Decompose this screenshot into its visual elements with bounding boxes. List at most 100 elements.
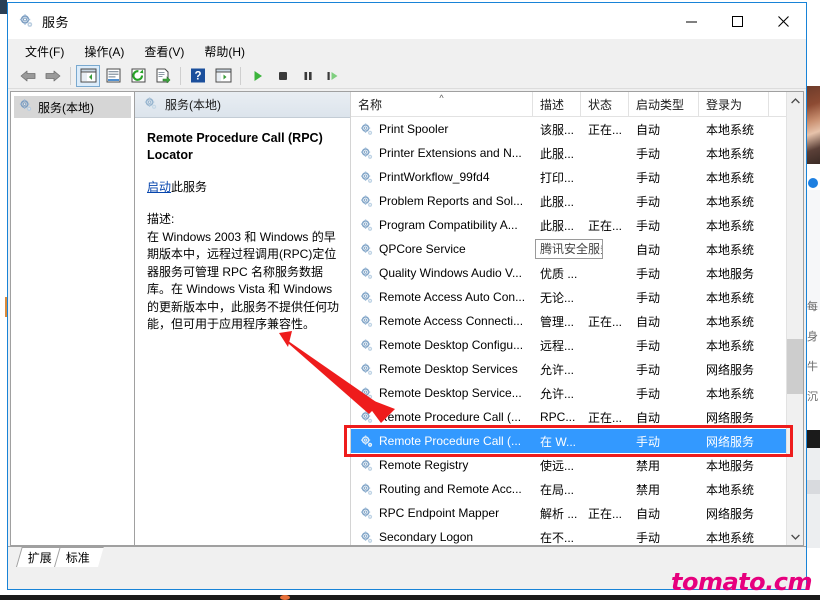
table-row[interactable]: Quality Windows Audio V... 优质 ... 手动 本地服务	[351, 261, 786, 285]
background-photo	[806, 86, 820, 164]
view-tabs: 扩展 标准	[8, 546, 806, 567]
cell-logon-as: 本地系统	[699, 217, 769, 234]
cell-logon-as-label: 本地系统	[706, 218, 755, 233]
menu-item-file[interactable]: 文件(F)	[16, 40, 73, 63]
cell-logon-as: 本地系统	[699, 337, 769, 354]
table-row[interactable]: Remote Access Connecti... 管理... 正在... 自动 本地系…	[351, 309, 786, 333]
table-row[interactable]: PrintWorkflow_99fd4 打印... 手动 本地系统	[351, 165, 786, 189]
maximize-button[interactable]	[714, 3, 760, 39]
pause-service-icon[interactable]	[296, 65, 320, 87]
restart-service-icon[interactable]	[321, 65, 345, 87]
cell-status: 正在...	[581, 409, 629, 426]
table-row[interactable]: Routing and Remote Acc... 在局... 禁用 本地系统	[351, 477, 786, 501]
column-header-startup-type[interactable]: 启动类型	[629, 92, 699, 116]
column-header-description[interactable]: 描述	[533, 92, 581, 116]
forward-icon[interactable]	[41, 65, 65, 87]
export-list-icon[interactable]	[151, 65, 175, 87]
desktop-left-tick	[0, 0, 7, 14]
cell-service-name-label: Remote Access Auto Con...	[379, 290, 526, 304]
service-name-heading: Remote Procedure Call (RPC) Locator	[147, 131, 323, 162]
scroll-up-button[interactable]	[787, 92, 803, 109]
table-row[interactable]: Remote Access Auto Con... 无论... 手动 本地系统	[351, 285, 786, 309]
cell-description: 此服...	[533, 217, 581, 234]
cell-description: 此服...	[533, 193, 581, 210]
help-icon[interactable]: ?	[186, 65, 210, 87]
table-row[interactable]: Remote Procedure Call (... 在 W... 手动 网络服务	[351, 429, 786, 453]
cell-startup-type: 自动	[629, 241, 699, 258]
cell-logon-as-label: 本地系统	[706, 482, 755, 497]
scrollbar-track[interactable]	[787, 109, 803, 528]
cell-startup-type: 手动	[629, 529, 699, 546]
cell-description: 允许...	[533, 385, 581, 402]
cell-startup-type-label: 手动	[636, 266, 661, 281]
table-row[interactable]: RPC Endpoint Mapper 解析 ... 正在... 自动 网络服务	[351, 501, 786, 525]
background-blue-dot	[808, 178, 818, 188]
cell-description-label: 在不...	[540, 530, 575, 545]
minimize-button[interactable]	[668, 3, 714, 39]
table-row[interactable]: Remote Registry 使远... 禁用 本地服务	[351, 453, 786, 477]
cell-service-name-label: Problem Reports and Sol...	[379, 194, 524, 208]
cell-description: 打印...	[533, 169, 581, 186]
stop-service-icon[interactable]	[271, 65, 295, 87]
scrollbar-thumb[interactable]	[787, 339, 803, 394]
table-row[interactable]: Remote Desktop Services 允许... 手动 网络服务	[351, 357, 786, 381]
cell-description-label: 允许...	[540, 386, 575, 401]
cell-startup-type-label: 自动	[636, 242, 661, 257]
table-row[interactable]: Print Spooler 该服... 正在... 自动 本地系统	[351, 117, 786, 141]
refresh-icon[interactable]	[126, 65, 150, 87]
start-service-link[interactable]: 启动	[147, 180, 171, 194]
services-list: ^ 名称 描述 状态 启动类型 登录为 腾讯安全服 Print Spooler …	[351, 92, 786, 545]
toolbar-separator-3	[240, 66, 241, 85]
cell-service-name: Quality Windows Audio V...	[351, 266, 533, 281]
watermark: tomato.cm	[671, 568, 812, 596]
cell-startup-type-label: 手动	[636, 218, 661, 233]
background-panel-upper	[806, 190, 820, 310]
cell-status-label: 正在...	[588, 506, 623, 521]
table-row[interactable]: Printer Extensions and N... 此服... 手动 本地系统	[351, 141, 786, 165]
cell-description-label: 解析 ...	[540, 506, 578, 521]
taskbar-orange-indicator	[280, 595, 290, 600]
cell-service-name-label: Quality Windows Audio V...	[379, 266, 522, 280]
properties-icon[interactable]	[101, 65, 125, 87]
show-hide-tree-icon[interactable]	[76, 64, 100, 87]
table-row[interactable]: Secondary Logon 在不... 手动 本地系统	[351, 525, 786, 545]
cell-service-name-label: Remote Desktop Service...	[379, 386, 522, 400]
table-row[interactable]: Problem Reports and Sol... 此服... 手动 本地系统	[351, 189, 786, 213]
scroll-down-button[interactable]	[787, 528, 803, 545]
menu-item-help[interactable]: 帮助(H)	[195, 40, 254, 63]
tab-standard[interactable]: 标准	[54, 547, 104, 567]
menu-item-view[interactable]: 查看(V)	[135, 40, 193, 63]
start-service-icon[interactable]	[246, 65, 270, 87]
cell-description-label: 打印...	[540, 170, 575, 185]
table-row[interactable]: Remote Desktop Service... 允许... 手动 本地系统	[351, 381, 786, 405]
description-tooltip: 腾讯安全服务...	[535, 239, 603, 259]
cell-description: 优质 ...	[533, 265, 581, 282]
table-row[interactable]: Remote Procedure Call (... RPC... 正在... 自动 网…	[351, 405, 786, 429]
close-button[interactable]	[760, 3, 806, 39]
table-row[interactable]: Program Compatibility A... 此服... 正在... 手动 本地…	[351, 213, 786, 237]
background-white-strip	[806, 164, 820, 176]
vertical-scrollbar[interactable]	[786, 92, 803, 545]
cell-service-name-label: Remote Access Connecti...	[379, 314, 524, 328]
cell-logon-as: 本地服务	[699, 457, 769, 474]
cell-description: 允许...	[533, 361, 581, 378]
show-console-tree-icon[interactable]	[211, 65, 235, 87]
cell-logon-as: 本地系统	[699, 313, 769, 330]
column-header-status[interactable]: 状态	[581, 92, 629, 116]
column-header-logon-as[interactable]: 登录为	[699, 92, 769, 116]
toolbar-separator-1	[70, 66, 71, 85]
cell-logon-as-label: 本地服务	[706, 458, 755, 473]
cell-logon-as-label: 本地系统	[706, 530, 755, 545]
cell-description-label: 在 W...	[540, 434, 577, 449]
column-header-name[interactable]: ^ 名称	[351, 92, 533, 116]
menu-item-action[interactable]: 操作(A)	[75, 40, 133, 63]
cell-startup-type-label: 自动	[636, 314, 661, 329]
table-row[interactable]: Remote Desktop Configu... 远程... 手动 本地系统	[351, 333, 786, 357]
back-icon[interactable]	[16, 65, 40, 87]
background-text-3: 牛	[807, 361, 818, 373]
column-header-status-label: 状态	[588, 97, 613, 112]
cell-service-name: Program Compatibility A...	[351, 218, 533, 233]
tree-node-services-local[interactable]: 服务(本地)	[14, 96, 131, 118]
cell-description-label: RPC...	[540, 410, 576, 424]
column-header-name-label: 名称	[358, 97, 383, 112]
